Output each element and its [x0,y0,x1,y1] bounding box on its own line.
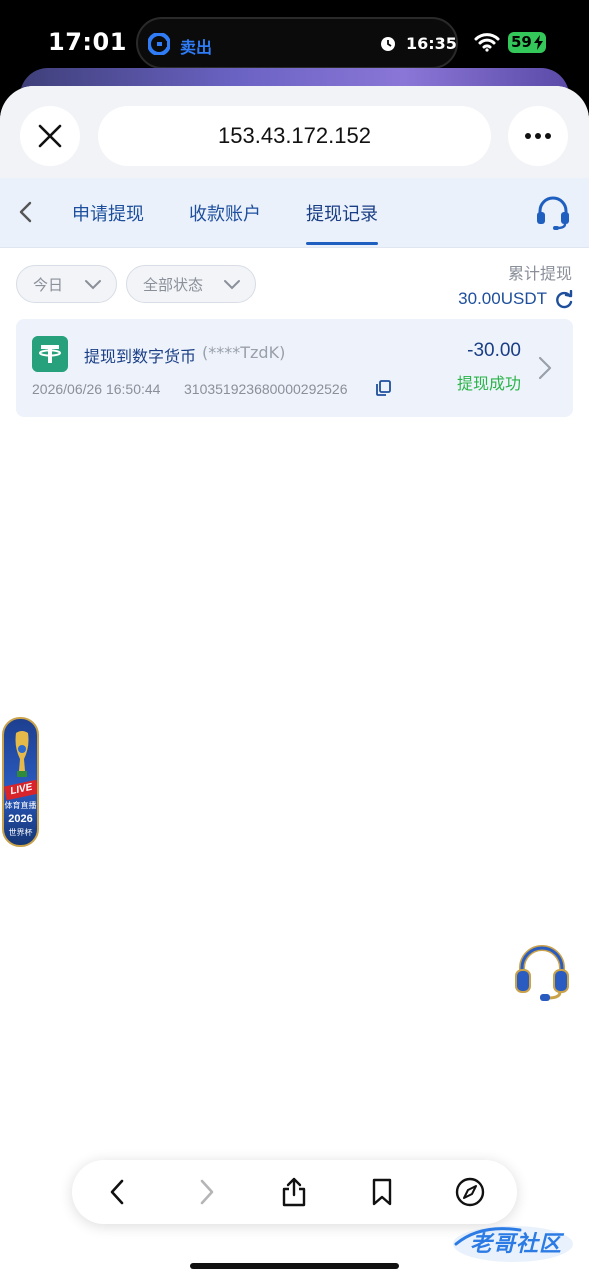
tab-withdraw-records[interactable]: 提现记录 [306,200,378,226]
back-chevron-icon[interactable] [14,200,38,224]
total-withdrawn-label: 累计提现 [507,264,572,283]
live-badge-subtitle: 体育直播 [4,801,37,810]
live-badge-caption: 世界杯 [8,828,33,837]
record-order-id: 3103519236800002925​26 [184,381,348,397]
forward-icon[interactable] [190,1176,222,1208]
island-timer: 16:35 [406,34,457,53]
battery-indicator: 59 [508,32,546,53]
total-withdrawn-value: 30.00USDT [458,289,547,308]
close-icon [38,124,62,148]
wifi-icon [474,33,500,52]
live-badge-year: 2026 [8,813,33,825]
island-activity-label: 卖出 [180,38,213,57]
address-text: 153.43.172.152 [218,123,371,148]
browser-toolbar [72,1160,517,1224]
live-sports-badge[interactable]: LIVE 体育直播 2026 世界杯 [2,717,39,847]
status-time: 17:01 [48,28,127,56]
copy-icon[interactable] [376,380,391,396]
more-icon [525,133,551,139]
active-tab-indicator [306,242,378,245]
tab-apply-withdraw[interactable]: 申请提现 [72,200,144,226]
floating-support-headset-icon[interactable] [512,942,572,1002]
withdraw-record-item[interactable]: 提现到数字货币 (****TzdK) 2026/06/26 16:50:44 3… [16,319,573,417]
back-icon[interactable] [102,1176,134,1208]
live-tag: LIVE [4,779,37,801]
record-account-mask: (****TzdK) [202,343,286,362]
bookmark-icon[interactable] [366,1176,398,1208]
tab-payee-accounts[interactable]: 收款账户 [189,200,261,226]
refresh-icon[interactable] [554,290,574,310]
record-status: 提现成功 [456,374,521,393]
more-button[interactable] [508,106,568,166]
chevron-down-icon [85,280,101,290]
close-button[interactable] [20,106,80,166]
app-logo-icon [148,33,170,55]
record-title: 提现到数字货币 [84,347,197,366]
record-amount: -30.00 [467,340,521,361]
date-filter-dropdown[interactable]: 今日 [16,265,117,303]
trophy-icon [15,731,29,777]
url-bar: 153.43.172.152 [0,86,589,178]
share-icon[interactable] [278,1176,310,1208]
clock-icon [381,37,395,51]
watermark-text: 老哥社区 [470,1232,563,1257]
record-time: 2026/06/26 16:50:44 [32,381,161,397]
customer-service-icon[interactable] [535,196,571,230]
status-filter-dropdown[interactable]: 全部状态 [126,265,256,303]
home-indicator[interactable] [190,1263,399,1269]
tab-bar: 申请提现 收款账户 提现记录 [0,178,589,248]
compass-icon[interactable] [454,1176,486,1208]
battery-level: 59 [511,33,532,51]
chevron-down-icon [224,280,240,290]
address-field[interactable]: 153.43.172.152 [98,106,491,166]
dynamic-island[interactable]: 卖出 16:35 [136,17,458,69]
tether-usdt-icon [32,336,68,372]
date-filter-value: 今日 [33,275,64,294]
charging-bolt-icon [534,35,543,50]
status-filter-value: 全部状态 [143,275,204,294]
chevron-right-icon [538,356,552,380]
